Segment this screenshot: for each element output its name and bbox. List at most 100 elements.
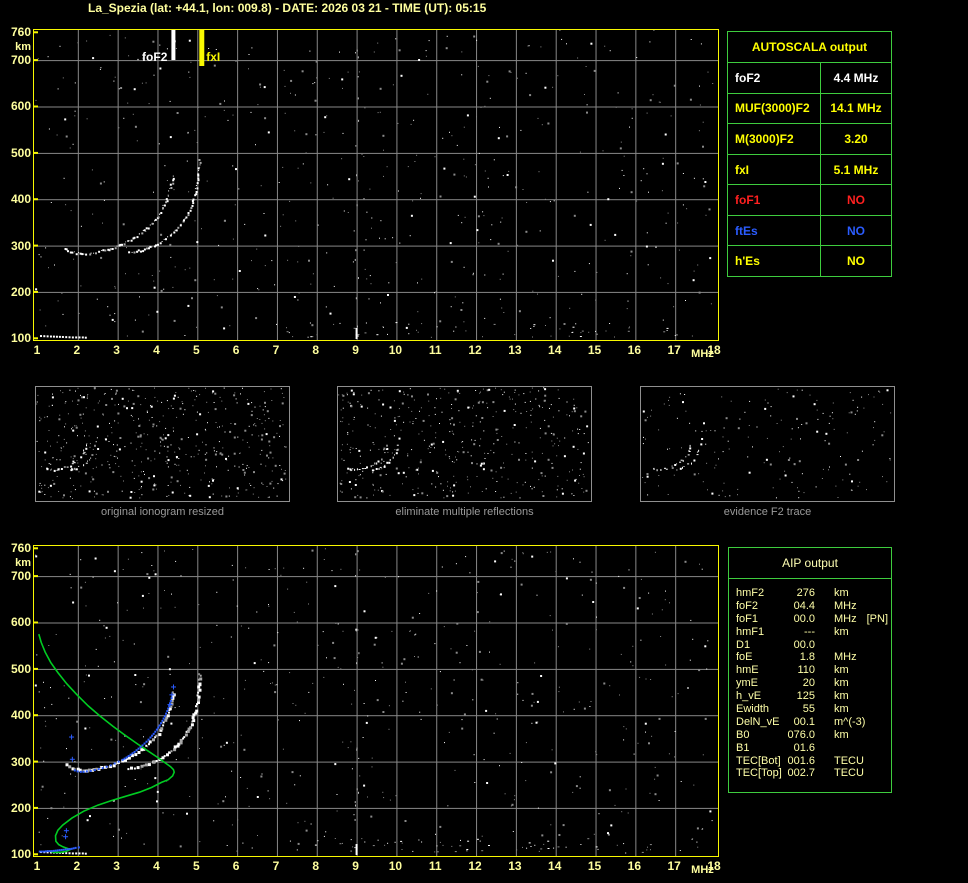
param-value: NO	[847, 193, 865, 208]
y-axis-tick: 200	[10, 800, 31, 815]
x-axis-tick: 1	[33, 859, 41, 873]
param-value: 00.0	[793, 638, 815, 651]
aip-row-tecbot: TEC[Bot] 001.6 TECU	[736, 755, 891, 768]
param-value: 55	[802, 703, 815, 716]
x-axis-tick: 11	[428, 859, 442, 873]
x-axis-tick: 9	[352, 859, 359, 873]
y-axis-tick: 400	[10, 708, 31, 723]
param-value: 4.4 MHz	[833, 70, 879, 85]
aip-table-rows: hmF2 276 km foF2 04.4 MHz foF1 00.0 MHz [PN] hmF1 -…	[729, 579, 891, 780]
param-value: 1.8	[799, 651, 815, 664]
y-axis-unit: km	[15, 557, 31, 569]
param-label: hmE	[736, 664, 759, 677]
param-note: [PN]	[866, 612, 889, 625]
param-label: foF2	[728, 63, 821, 93]
aip-row-b0: B0 076.0 km	[736, 729, 891, 742]
y-axis-tick: 300	[10, 238, 31, 253]
x-axis-tick: 8	[312, 859, 320, 873]
aip-row-d1: D1 00.0	[736, 639, 891, 652]
autoscala-window: La_Spezia (lat: +44.1, lon: 009.8) - DAT…	[0, 0, 968, 883]
param-value: 14.1 MHz	[830, 101, 882, 116]
thumbnail-eliminate-reflections	[337, 386, 592, 502]
autoscala-row-muf3000f2: MUF(3000)F2 14.1 MHz	[728, 93, 891, 125]
param-label: h_vE	[736, 690, 762, 703]
x-axis-tick: 5	[192, 343, 200, 357]
param-label: hmF1	[736, 625, 765, 638]
param-value: 276	[796, 587, 815, 599]
y-axis-tick: 600	[10, 99, 31, 114]
x-axis-tick: 13	[508, 343, 522, 357]
x-axis-tick: 1	[33, 343, 41, 357]
x-axis-tick: 12	[468, 859, 482, 873]
param-value: NO	[847, 254, 865, 269]
thumbnail-caption: original ionogram resized	[101, 506, 224, 518]
x-axis-tick: 16	[627, 859, 642, 873]
param-label: M(3000)F2	[728, 124, 821, 154]
param-unit: km	[834, 664, 849, 677]
y-axis-tick: 700	[10, 569, 31, 584]
autoscala-row-ftes: ftEs NO	[728, 215, 891, 247]
x-axis-tick: 2	[73, 343, 81, 357]
x-axis-tick: 6	[232, 343, 240, 357]
x-axis-tick: 4	[153, 859, 160, 873]
param-value: 076.0	[787, 728, 815, 741]
aip-row-foe: foE 1.8 MHz	[736, 651, 891, 664]
param-value: NO	[847, 223, 865, 238]
autoscala-row-fof1: foF1 NO	[728, 185, 891, 216]
autoscala-row-hes: h'Es NO	[728, 246, 891, 277]
param-value: 04.4	[793, 599, 815, 612]
param-value: 110	[797, 664, 815, 677]
param-label: foE	[736, 651, 753, 664]
aip-output-table: AIP output hmF2 276 km foF2 04.4 MHz foF1 00.0 M…	[728, 547, 892, 793]
y-axis-tick: 760	[10, 25, 31, 40]
x-axis-tick: 5	[192, 859, 200, 873]
param-label: hmF2	[736, 587, 765, 599]
param-value: 00.0	[793, 612, 815, 625]
param-label: ftEs	[728, 215, 821, 246]
y-axis-tick: 200	[10, 284, 31, 299]
param-unit: km	[834, 625, 849, 638]
param-unit: km	[834, 690, 849, 703]
thumbnail-caption: evidence F2 trace	[723, 506, 812, 518]
autoscala-row-m3000f2: M(3000)F2 3.20	[728, 124, 891, 155]
y-axis-tick: 400	[10, 192, 31, 207]
x-axis-tick: 12	[468, 343, 482, 357]
x-axis-tick: 3	[113, 343, 120, 357]
x-axis-tick: 8	[312, 343, 320, 357]
aip-row-fof1: foF1 00.0 MHz [PN]	[736, 613, 891, 626]
foF2-marker-label: foF2	[142, 50, 168, 64]
param-value: 002.7	[787, 767, 815, 780]
param-label: fxI	[728, 154, 821, 185]
param-unit: MHz	[834, 599, 857, 612]
param-value: ---	[804, 625, 815, 638]
x-axis-tick: 10	[388, 343, 403, 357]
thumbnail-evidence-f2-trace	[640, 386, 895, 502]
param-unit: km	[834, 703, 849, 716]
autoscala-row-fxi: fxI 5.1 MHz	[728, 154, 891, 186]
aip-row-tectop: TEC[Top] 002.7 TECU	[736, 767, 891, 780]
aip-row-hmf1: hmF1 --- km	[736, 626, 891, 639]
param-unit	[815, 742, 834, 755]
param-label: foF1	[736, 612, 759, 625]
bottom-ionogram-plot	[33, 545, 719, 857]
y-axis-tick: 300	[10, 754, 31, 769]
x-axis-tick: 7	[272, 343, 280, 357]
x-axis-tick: 9	[352, 343, 359, 357]
x-axis-tick: 3	[113, 859, 120, 873]
aip-row-hve: h_vE 125 km	[736, 690, 891, 703]
param-label: B1	[736, 741, 750, 754]
fxI-marker-label: fxI	[206, 50, 220, 64]
x-axis-tick: 6	[232, 859, 240, 873]
x-axis-tick: 16	[627, 343, 642, 357]
aip-row-hmf2: hmF2 276 km	[736, 587, 891, 600]
x-axis-unit: MHz	[691, 864, 714, 876]
param-label: h'Es	[728, 246, 821, 277]
x-axis-tick: 7	[272, 859, 280, 873]
param-value: 125	[796, 690, 815, 703]
param-label: DelN_vE	[736, 715, 780, 728]
param-value: 01.6	[793, 741, 815, 754]
param-unit: MHz	[834, 651, 857, 664]
param-label: TEC[Bot]	[736, 754, 781, 767]
param-unit: km	[834, 728, 849, 741]
y-axis-tick: 600	[10, 615, 31, 630]
